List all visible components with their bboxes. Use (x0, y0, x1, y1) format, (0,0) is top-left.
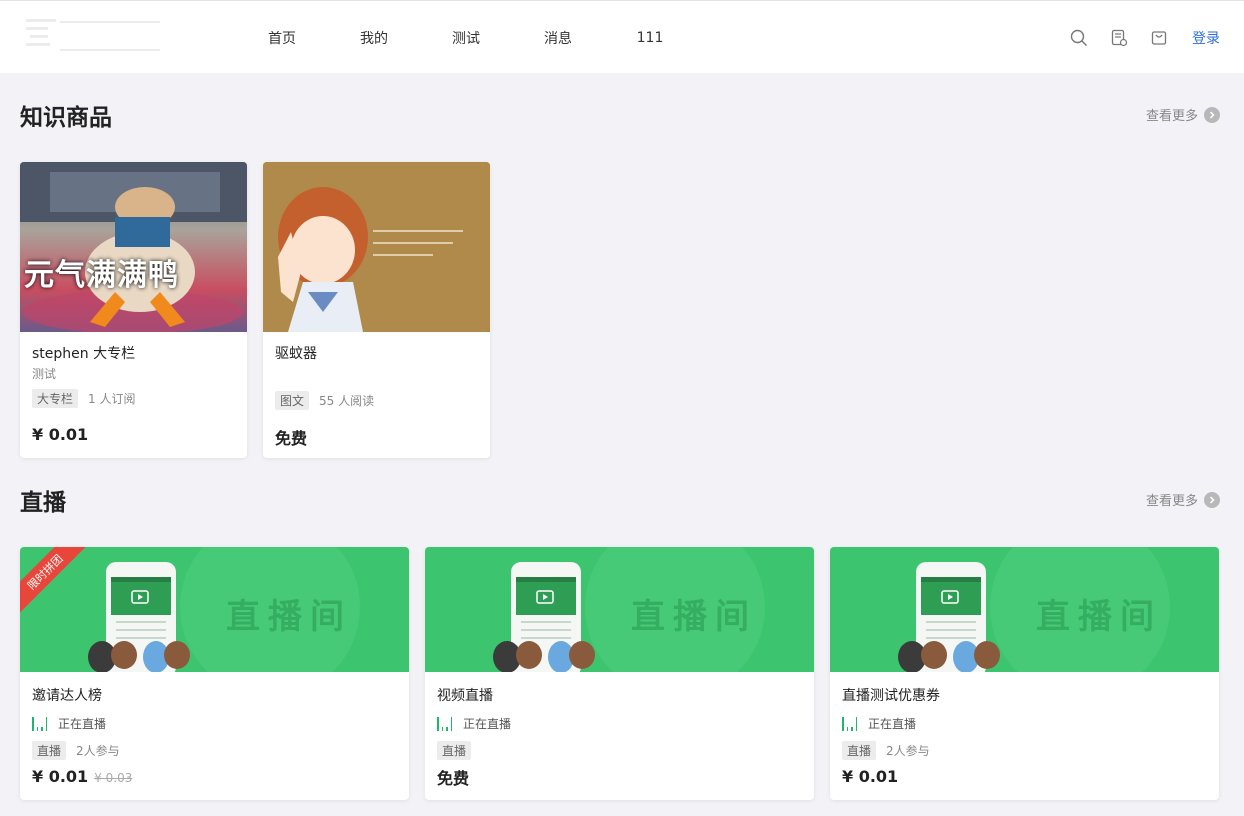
live-status: 正在直播 (437, 715, 511, 732)
nav-item-test[interactable]: 测试 (420, 28, 512, 48)
knowledge-card[interactable]: 驱蚊器 图文 55 人阅读 免费 (263, 162, 490, 458)
thumbnail-caption: 元气满满鸭 (24, 258, 179, 293)
chevron-right-icon (1204, 491, 1220, 508)
signal-bars-icon (32, 716, 50, 731)
card-thumbnail (263, 162, 490, 332)
search-icon[interactable] (1070, 29, 1088, 47)
card-meta: 直播 (437, 741, 481, 760)
card-title: stephen 大专栏 (32, 346, 136, 362)
original-price: ¥ 0.03 (94, 771, 133, 785)
card-meta: 图文 55 人阅读 (275, 391, 374, 410)
card-price: 免费 (437, 769, 470, 788)
current-price: ¥ 0.01 (32, 767, 89, 786)
banner-text: 直播间 (1036, 597, 1162, 637)
card-stat: 2人参与 (76, 744, 120, 758)
knowledge-card[interactable]: 元气满满鸭 stephen 大专栏 测试 大专栏 1 人订阅 ¥ 0.01 (20, 162, 247, 458)
card-stat: 55 人阅读 (319, 394, 375, 408)
top-header: 首页 我的 测试 消息 111 登录 (0, 0, 1244, 73)
card-subtitle: 测试 (32, 367, 57, 381)
live-status: 正在直播 (842, 715, 916, 732)
card-stat: 2人参与 (886, 744, 930, 758)
cart-icon[interactable] (1150, 29, 1168, 47)
order-list-icon[interactable] (1110, 29, 1128, 47)
live-card[interactable]: 直播间 视频直播 正在直播 直播 免费 (425, 547, 814, 800)
live-banner: 直播间 限时拼团 (20, 547, 409, 672)
type-tag: 大专栏 (32, 389, 79, 408)
card-title: 直播测试优惠券 (842, 688, 940, 704)
nav-item-messages[interactable]: 消息 (512, 28, 604, 48)
card-title: 邀请达人榜 (32, 688, 102, 704)
card-price: ¥ 0.01 (842, 767, 899, 786)
card-title: 驱蚊器 (275, 346, 317, 362)
live-status: 正在直播 (32, 715, 106, 732)
signal-bars-icon (842, 716, 860, 731)
more-label: 查看更多 (1145, 494, 1198, 509)
card-price: 免费 (275, 429, 308, 448)
chevron-right-icon (1204, 106, 1220, 123)
card-thumbnail: 元气满满鸭 (20, 162, 247, 332)
main-nav: 首页 我的 测试 消息 111 (236, 1, 696, 74)
live-more-link[interactable]: 查看更多 (1146, 490, 1220, 509)
live-section-title: 直播 (20, 490, 66, 516)
more-label: 查看更多 (1145, 109, 1198, 124)
nav-item-mine[interactable]: 我的 (328, 28, 420, 48)
type-tag: 图文 (275, 391, 310, 410)
knowledge-more-link[interactable]: 查看更多 (1146, 105, 1220, 124)
card-meta: 直播 2人参与 (842, 741, 930, 760)
signal-bars-icon (437, 716, 455, 731)
live-banner: 直播间 (425, 547, 814, 672)
type-tag: 直播 (32, 741, 67, 760)
live-status-label: 正在直播 (58, 717, 107, 731)
site-logo[interactable] (26, 17, 162, 53)
banner-text: 直播间 (226, 597, 352, 637)
live-card[interactable]: 直播间 直播测试优惠券 正在直播 直播 2人参与 ¥ 0.01 (830, 547, 1219, 800)
card-price: ¥ 0.01 ¥ 0.03 (32, 767, 132, 786)
live-banner: 直播间 (830, 547, 1219, 672)
card-price: ¥ 0.01 (32, 425, 89, 444)
nav-item-111[interactable]: 111 (604, 30, 696, 46)
live-status-label: 正在直播 (868, 717, 917, 731)
nav-item-home[interactable]: 首页 (236, 28, 328, 48)
card-stat: 1 人订阅 (88, 392, 136, 406)
login-link[interactable]: 登录 (1192, 28, 1220, 48)
card-title: 视频直播 (437, 688, 493, 704)
card-meta: 直播 2人参与 (32, 741, 120, 760)
header-actions: 登录 (1070, 1, 1220, 74)
knowledge-section-title: 知识商品 (20, 105, 112, 131)
type-tag: 直播 (842, 741, 877, 760)
live-status-label: 正在直播 (463, 717, 512, 731)
card-meta: 大专栏 1 人订阅 (32, 389, 135, 408)
banner-text: 直播间 (631, 597, 757, 637)
live-card[interactable]: 直播间 限时拼团 邀请达人榜 正在直播 直播 2人参与 ¥ 0.01 ¥ 0.03 (20, 547, 409, 800)
type-tag: 直播 (437, 741, 472, 760)
